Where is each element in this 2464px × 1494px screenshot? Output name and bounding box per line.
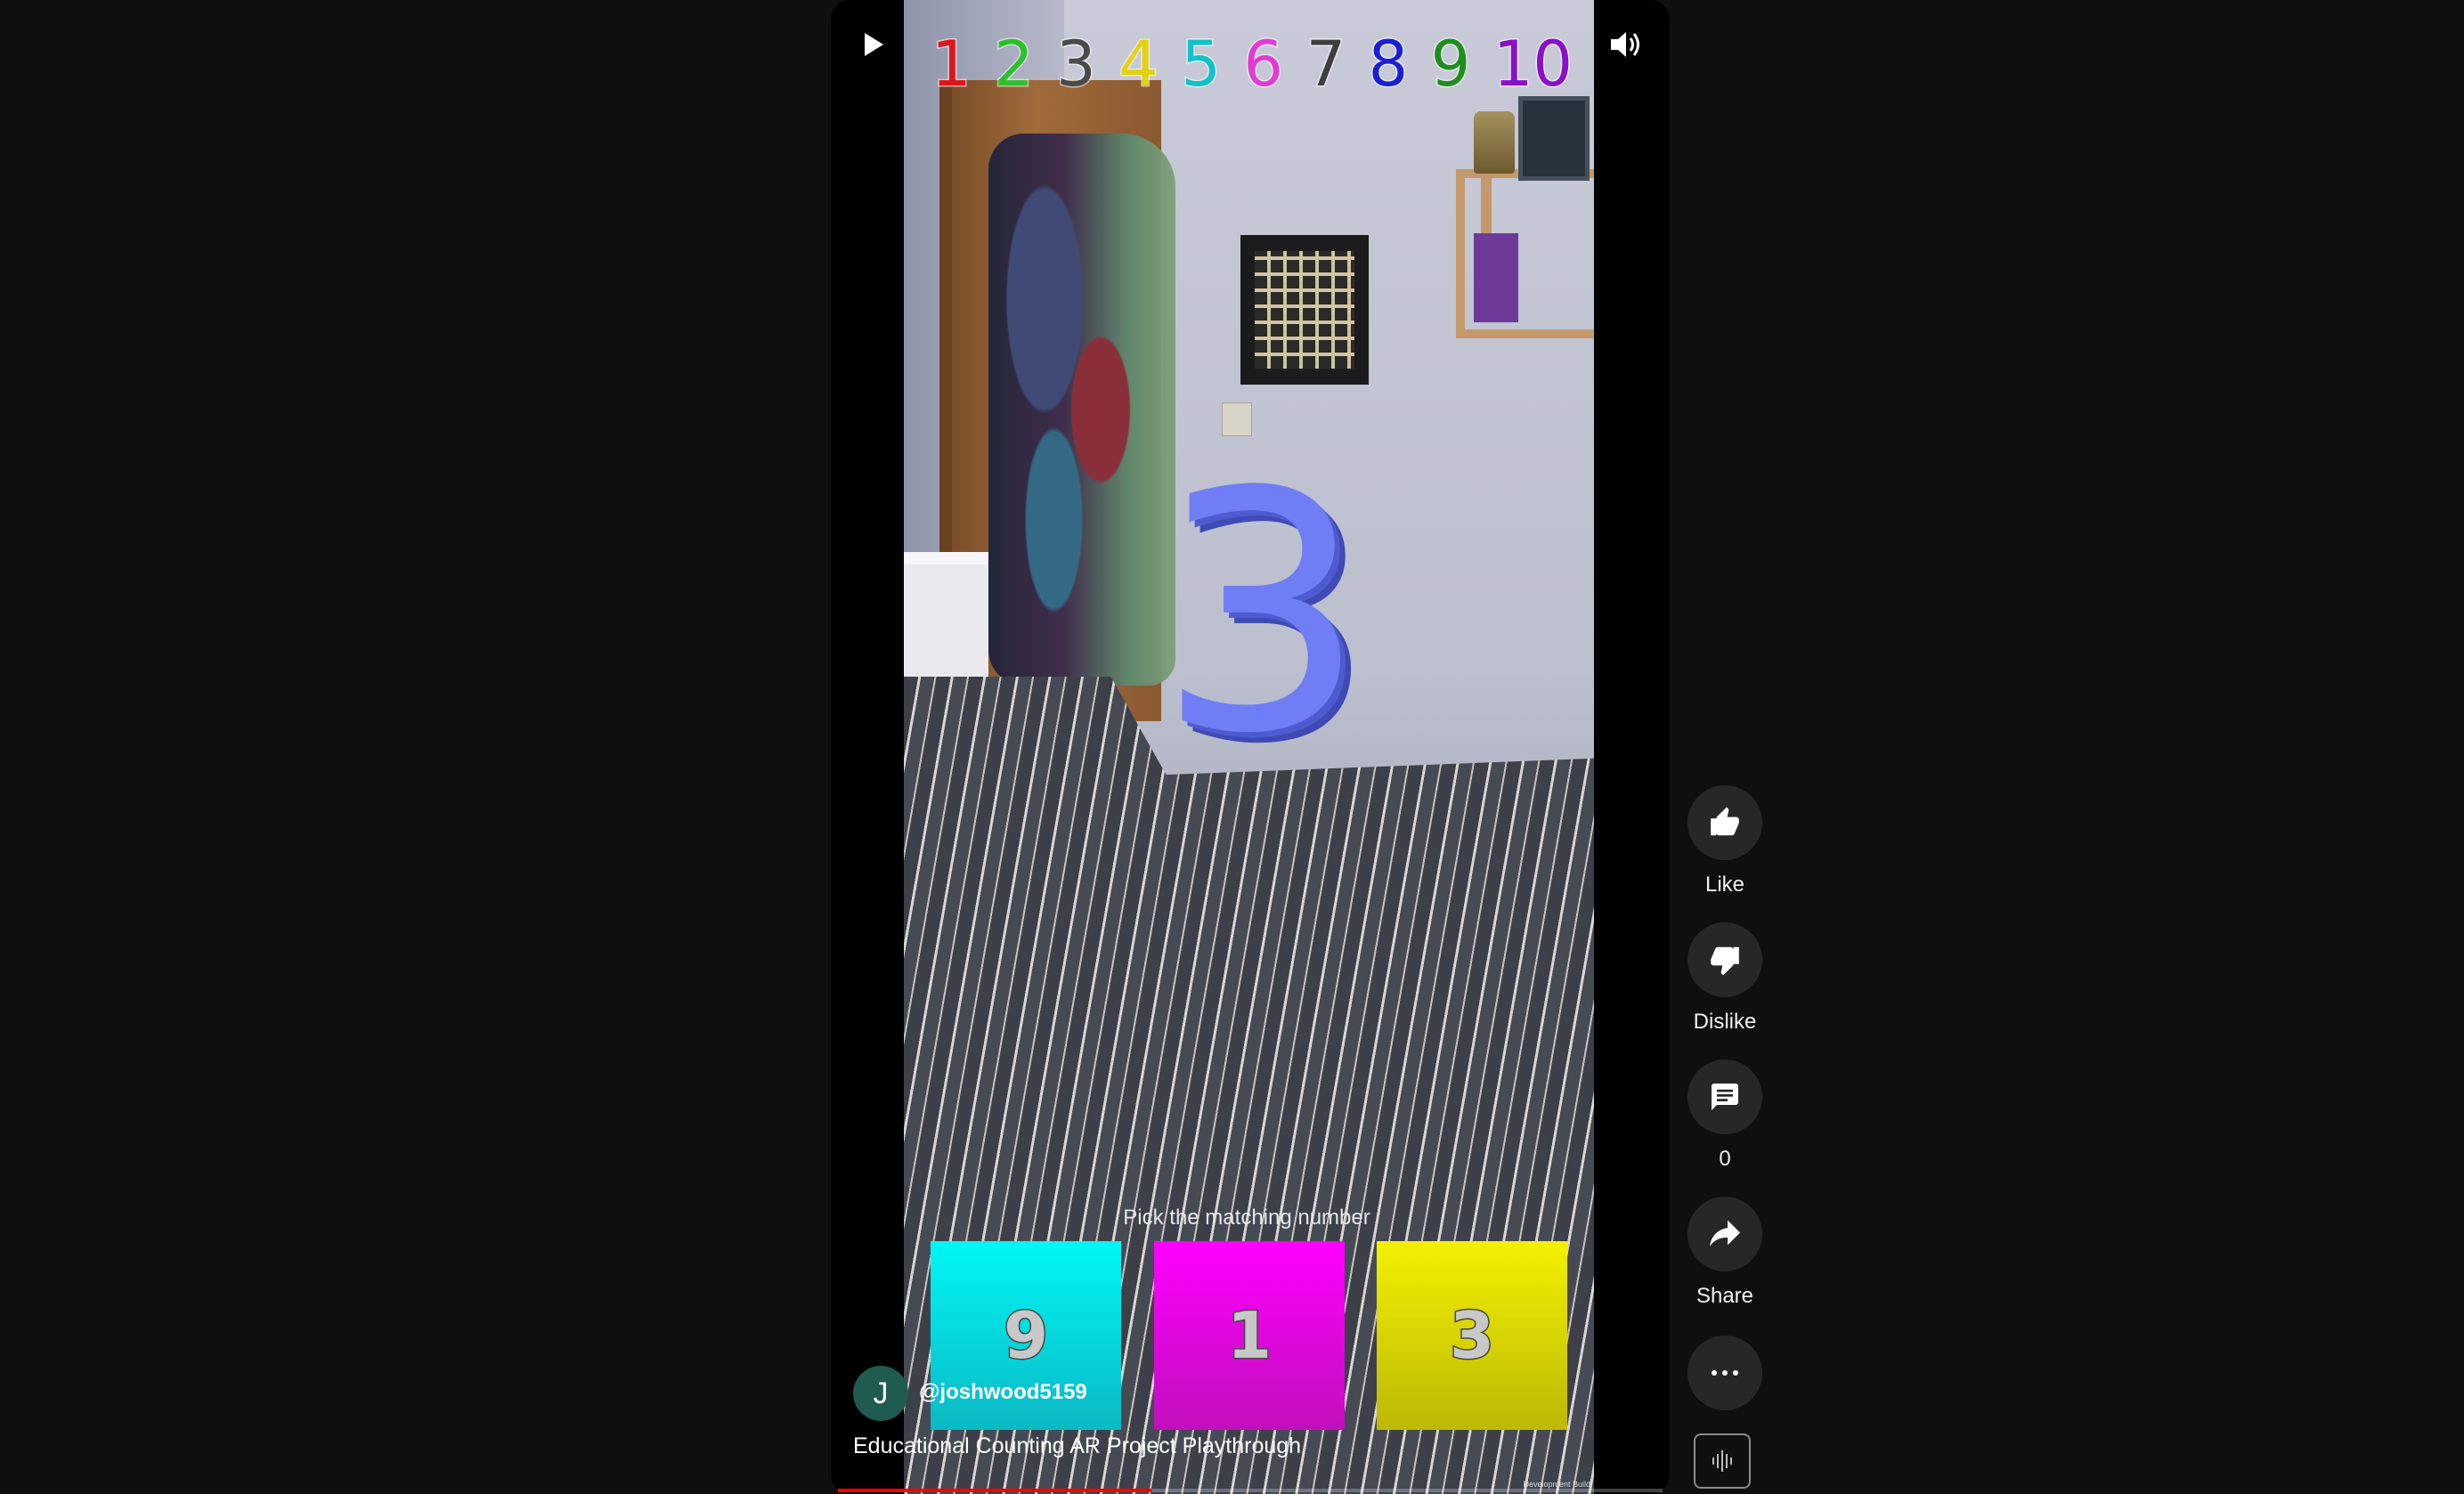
- share-label: Share: [1696, 1284, 1754, 1308]
- audio-waveform-icon: [1712, 1450, 1732, 1472]
- framed-picture: [1240, 235, 1369, 385]
- hanging-coats: [988, 134, 1175, 686]
- volume-icon: [1611, 32, 1639, 57]
- counting-number-6: 6: [1242, 28, 1285, 101]
- shelf-picture: [1518, 96, 1590, 181]
- counting-number-9: 9: [1429, 28, 1472, 101]
- counting-number-7: 7: [1305, 28, 1347, 101]
- share-arrow-icon: [1710, 1220, 1740, 1246]
- prompt-text: Pick the matching number: [1123, 1206, 1370, 1230]
- more-horizontal-icon: [1712, 1370, 1738, 1376]
- comment-count: 0: [1719, 1147, 1731, 1171]
- like-label: Like: [1704, 873, 1745, 897]
- dislike-label: Dislike: [1693, 1010, 1757, 1034]
- counting-number-3: 3: [1055, 28, 1098, 101]
- comment-button[interactable]: [1687, 1060, 1762, 1134]
- counting-number-2: 2: [993, 28, 1036, 101]
- progress-fill: [838, 1489, 1151, 1492]
- channel-handle[interactable]: @joshwood5159: [919, 1380, 1087, 1405]
- share-action: Share: [1687, 1197, 1762, 1309]
- thumbs-down-icon: [1711, 946, 1739, 976]
- answer-option-magenta[interactable]: 1: [1154, 1241, 1345, 1430]
- video-title[interactable]: Educational Counting AR Project Playthro…: [853, 1433, 1301, 1459]
- shelf-book: [1474, 233, 1518, 322]
- more-action: [1687, 1336, 1762, 1410]
- comment-icon: [1712, 1084, 1738, 1110]
- counting-row: 1 2 3 4 5 6 7 8 9 10: [931, 28, 1574, 101]
- like-action: Like: [1687, 785, 1762, 897]
- trophy: [1474, 111, 1515, 174]
- like-button[interactable]: [1687, 785, 1762, 860]
- counting-number-10: 10: [1492, 28, 1574, 101]
- play-icon: [865, 33, 883, 56]
- dislike-action: Dislike: [1687, 922, 1762, 1035]
- volume-button[interactable]: [1599, 18, 1653, 71]
- thumbs-up-icon: [1711, 807, 1739, 836]
- play-button[interactable]: [847, 18, 900, 71]
- sound-remix-button[interactable]: [1694, 1433, 1751, 1489]
- development-build-watermark: Development Build: [1523, 1480, 1590, 1489]
- ar-target-number: 3: [1157, 423, 1367, 806]
- answer-option-yellow[interactable]: 3: [1377, 1241, 1567, 1430]
- channel-avatar[interactable]: J: [853, 1366, 908, 1421]
- counting-number-1: 1: [931, 28, 973, 101]
- dislike-button[interactable]: [1687, 922, 1762, 997]
- progress-bar[interactable]: [838, 1489, 1663, 1492]
- more-options-button[interactable]: [1687, 1336, 1762, 1410]
- counting-number-5: 5: [1180, 28, 1223, 101]
- counting-number-4: 4: [1118, 28, 1160, 101]
- counting-number-8: 8: [1367, 28, 1410, 101]
- share-button[interactable]: [1687, 1197, 1762, 1271]
- comment-action: 0: [1687, 1060, 1762, 1172]
